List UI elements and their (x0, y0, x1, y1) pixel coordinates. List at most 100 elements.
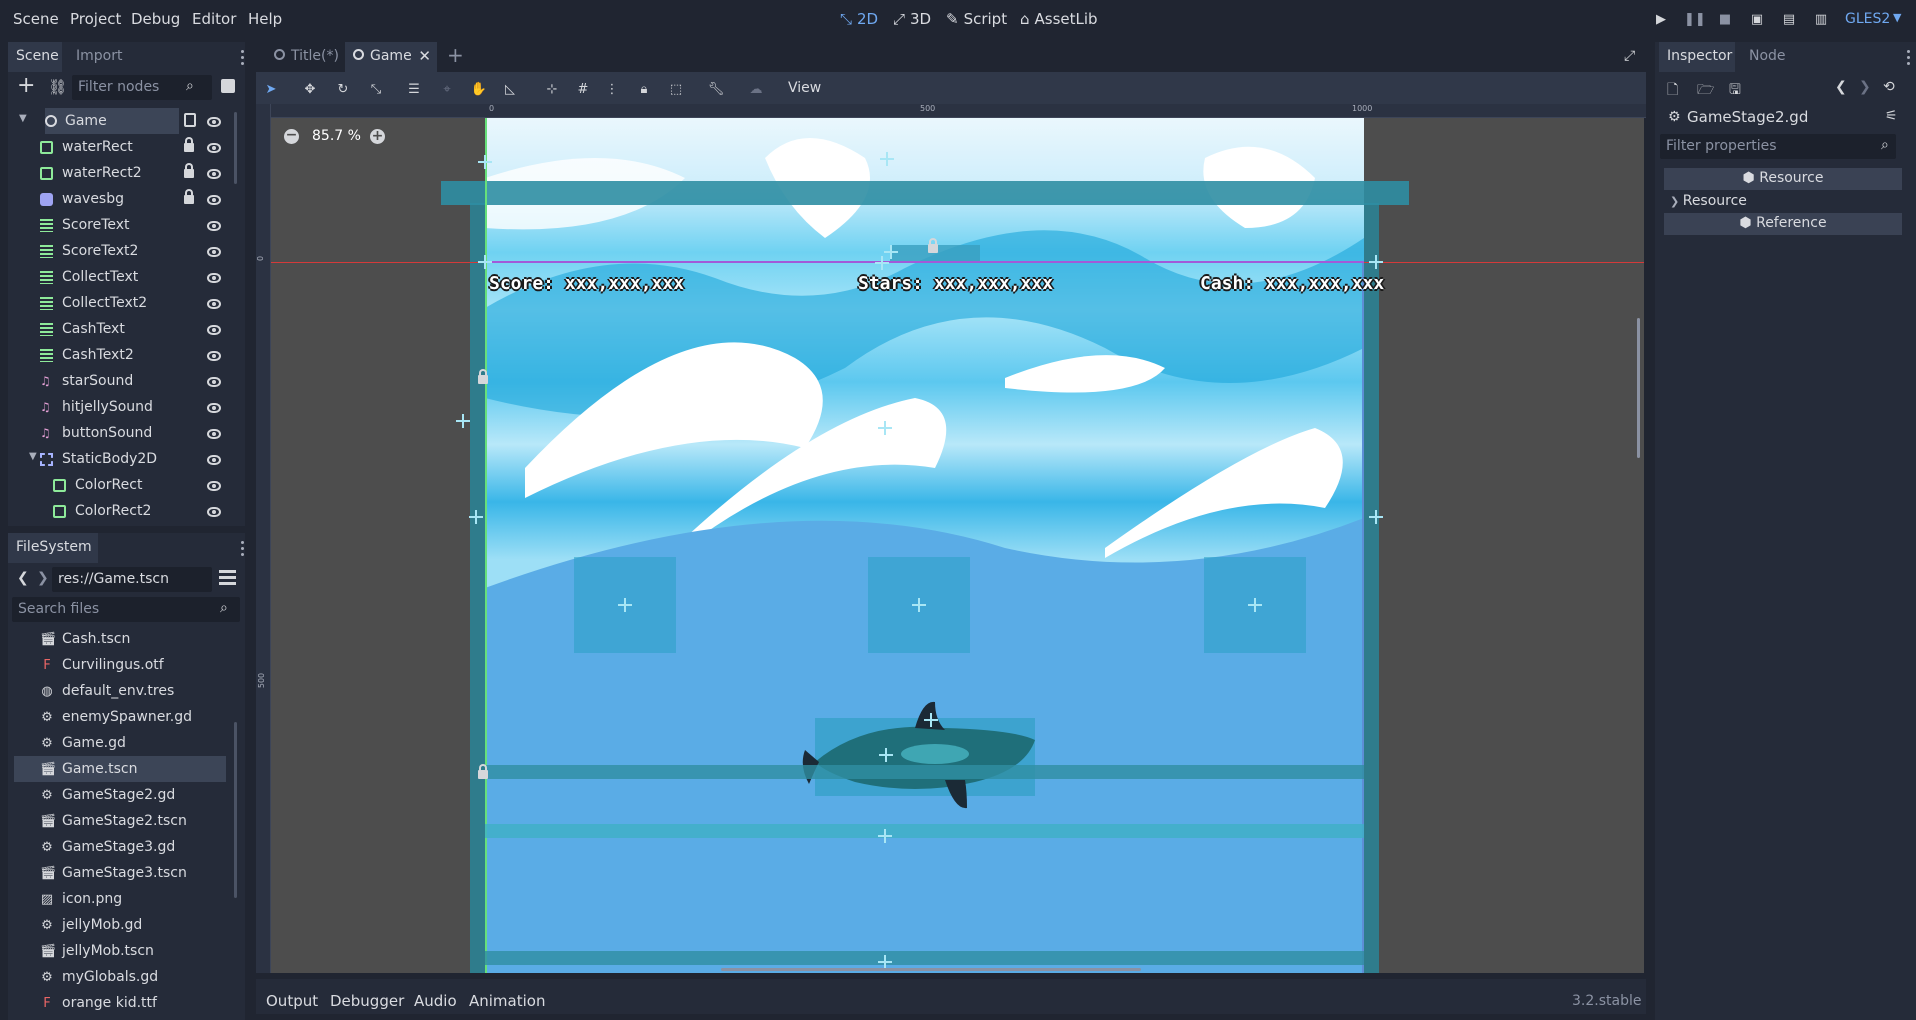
mode-2d-button[interactable]: ⤡ 2D (840, 10, 878, 28)
stars-label[interactable]: Stars: xxx,xxx,xxx (858, 273, 1053, 294)
tree-node-starsound[interactable]: ♫ starSound (40, 368, 260, 394)
group-icon[interactable]: ⬚ (666, 82, 686, 100)
file-item[interactable]: F Curvilingus.otf (14, 652, 226, 678)
menu-scene[interactable]: Scene (13, 10, 59, 28)
pivot-gizmo[interactable] (878, 829, 892, 843)
file-item[interactable]: ⚙ enemySpawner.gd (14, 704, 226, 730)
tree-node-wavesbg[interactable]: wavesbg (40, 186, 260, 212)
history-icon[interactable]: ⟲ (1883, 79, 1895, 95)
grid-snap-icon[interactable]: # (573, 82, 593, 100)
play-custom-icon[interactable]: ▣ (1748, 12, 1766, 30)
property-resource-row[interactable]: ❯ Resource (1664, 191, 1902, 213)
tree-node-waterrect[interactable]: waterRect (40, 134, 260, 160)
section-resource-header[interactable]: ⬢ Resource (1664, 168, 1902, 190)
dock-menu-icon[interactable] (241, 541, 245, 557)
tree-node-collecttext2[interactable]: CollectText2 (40, 290, 260, 316)
visibility-eye-icon[interactable] (207, 455, 221, 465)
visibility-eye-icon[interactable] (207, 117, 221, 127)
chevron-down-icon[interactable]: ▼ (1893, 11, 1901, 24)
history-back-icon[interactable]: ❮ (1835, 79, 1847, 95)
skeleton-icon[interactable]: 🔧︎ (706, 82, 726, 100)
tab-animation[interactable]: Animation (469, 992, 545, 1010)
pivot-gizmo[interactable] (1248, 598, 1262, 612)
select-mode-icon[interactable]: ➤ (261, 82, 281, 100)
tab-node[interactable]: Node (1741, 42, 1794, 72)
lock-icon[interactable] (184, 189, 194, 204)
pivot-gizmo[interactable] (878, 421, 892, 435)
zoom-in-icon[interactable]: + (370, 129, 385, 144)
pivot-gizmo[interactable] (924, 713, 938, 727)
visibility-eye-icon[interactable] (207, 143, 221, 153)
pivot-gizmo[interactable] (618, 598, 632, 612)
vertical-guide[interactable] (485, 118, 487, 973)
file-item[interactable]: ◍ default_env.tres (14, 678, 226, 704)
add-node-icon[interactable]: + (17, 75, 35, 97)
pivot-icon[interactable]: ⌖ (437, 82, 457, 100)
pan-mode-icon[interactable]: ✋ (469, 82, 489, 100)
mode-script-button[interactable]: ✎ Script (946, 10, 1007, 28)
viewport-hscroll[interactable] (721, 968, 1141, 971)
chevron-down-icon[interactable]: ▼ (29, 451, 37, 462)
visibility-eye-icon[interactable] (207, 221, 221, 231)
tree-node-cashtext[interactable]: CashText (40, 316, 260, 342)
search-files-input[interactable]: Search files (12, 597, 240, 622)
file-item[interactable]: ⚙ myGlobals.gd (14, 964, 226, 990)
object-properties-icon[interactable]: ⚟ (1885, 108, 1898, 124)
tree-node-buttonsound[interactable]: ♫ buttonSound (40, 420, 260, 446)
pivot-gizmo[interactable] (456, 414, 470, 428)
file-item[interactable]: 🎬︎ Game.tscn (14, 756, 226, 782)
scale-mode-icon[interactable]: ⤡ (366, 82, 386, 100)
tab-game-scene[interactable]: Game ✕ (345, 42, 437, 72)
tree-node-hitjellysound[interactable]: ♫ hitjellySound (40, 394, 260, 420)
tab-audio[interactable]: Audio (414, 992, 457, 1010)
path-field[interactable]: res://Game.tscn (52, 567, 212, 592)
mode-assetlib-button[interactable]: ⌂ AssetLib (1020, 10, 1098, 28)
tab-output[interactable]: Output (266, 992, 318, 1010)
dock-menu-icon[interactable] (241, 50, 245, 66)
snap-options-icon[interactable]: ⋮ (602, 82, 622, 100)
mode-3d-button[interactable]: ⤢ 3D (893, 10, 931, 28)
tree-node-scoretext[interactable]: ScoreText (40, 212, 260, 238)
visibility-eye-icon[interactable] (207, 273, 221, 283)
whale-sprite[interactable] (795, 700, 1045, 810)
dock-menu-icon[interactable] (1907, 50, 1911, 66)
close-icon[interactable]: ✕ (418, 47, 431, 65)
zoom-out-icon[interactable]: − (284, 128, 299, 144)
file-item[interactable]: Forange kid.ttf (14, 990, 226, 1016)
save-resource-icon[interactable]: 🖫︎ (1729, 79, 1741, 103)
tree-node-scoretext2[interactable]: ScoreText2 (40, 238, 260, 264)
forward-icon[interactable]: ❯ (37, 570, 49, 586)
score-label[interactable]: Score: xxx,xxx,xxx (489, 273, 684, 294)
tree-node-cashtext2[interactable]: CashText2 (40, 342, 260, 368)
file-list-scrollbar[interactable] (234, 722, 237, 898)
pivot-gizmo[interactable] (1369, 255, 1383, 269)
file-item[interactable]: 🎬︎ Cash.tscn (14, 626, 226, 652)
view-menu[interactable]: View (788, 80, 821, 96)
back-icon[interactable]: ❮ (17, 570, 29, 586)
tab-debugger[interactable]: Debugger (330, 992, 404, 1010)
lock-icon[interactable]: 🔒︎ (634, 82, 654, 100)
tree-node-colorrect2[interactable]: ColorRect2 (53, 498, 233, 524)
pivot-gizmo[interactable] (880, 152, 894, 166)
pivot-gizmo[interactable] (478, 255, 492, 269)
tree-node-collecttext[interactable]: CollectText (40, 264, 260, 290)
pivot-gizmo[interactable] (884, 245, 898, 259)
camera-override-icon[interactable]: ☁ (746, 82, 766, 100)
canvas-viewport[interactable]: Score: xxx,xxx,xxx Stars: xxx,xxx,xxx Ca… (271, 118, 1644, 973)
file-item[interactable]: ⚙ GameStage3.gd (14, 834, 226, 860)
tab-title-scene[interactable]: Title(*) (266, 42, 347, 72)
visibility-eye-icon[interactable] (207, 325, 221, 335)
tab-inspector[interactable]: Inspector (1659, 42, 1735, 72)
stop-icon[interactable]: ■ (1716, 12, 1734, 30)
tab-import[interactable]: Import (68, 42, 130, 72)
pivot-gizmo[interactable] (912, 598, 926, 612)
file-item[interactable]: 🎬︎ GameStage2.tscn (14, 808, 226, 834)
pivot-gizmo[interactable] (469, 510, 483, 524)
tree-node-staticbody2d[interactable]: StaticBody2D (40, 446, 260, 472)
edited-resource-name[interactable]: GameStage2.gd (1687, 108, 1808, 126)
pivot-gizmo[interactable] (879, 748, 893, 762)
link-icon[interactable]: ⛓ (48, 78, 67, 96)
file-item[interactable]: ⚙ Game.gd (14, 730, 226, 756)
visibility-eye-icon[interactable] (207, 481, 221, 491)
visibility-eye-icon[interactable] (207, 195, 221, 205)
